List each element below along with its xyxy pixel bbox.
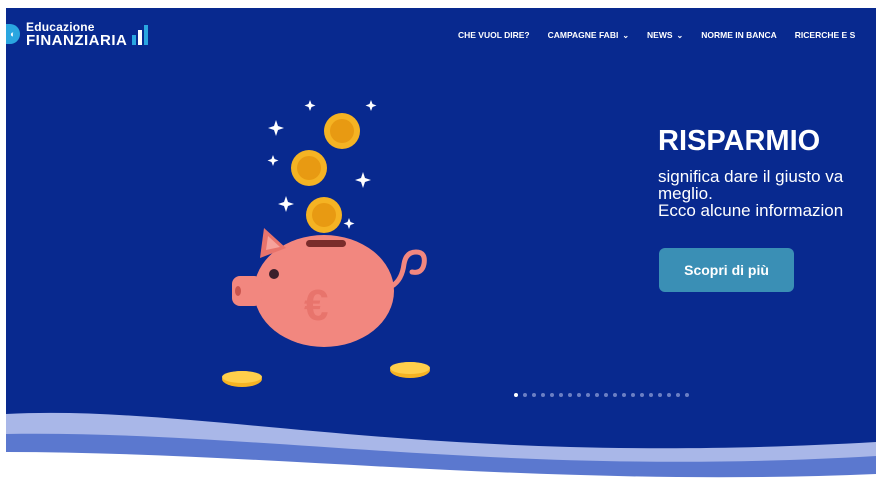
- main-nav: CHE VUOL DIRE? CAMPAGNE FABI ⌄ NEWS ⌄ NO…: [458, 30, 873, 40]
- slider-dot[interactable]: [586, 393, 590, 397]
- slider-dot[interactable]: [541, 393, 545, 397]
- slider-dot[interactable]: [640, 393, 644, 397]
- slider-dot[interactable]: [604, 393, 608, 397]
- nav-item-ricerche[interactable]: RICERCHE E S: [795, 30, 855, 40]
- slider-dot[interactable]: [613, 393, 617, 397]
- slider-dot[interactable]: [532, 393, 536, 397]
- slider-dot[interactable]: [568, 393, 572, 397]
- slider-dot[interactable]: [595, 393, 599, 397]
- piggy-bank-illustration: €: [222, 100, 430, 387]
- nav-item-norme-in-banca[interactable]: NORME IN BANCA: [701, 30, 777, 40]
- slider-dot[interactable]: [559, 393, 563, 397]
- nav-item-campagne-fabi[interactable]: CAMPAGNE FABI ⌄: [548, 30, 629, 40]
- slider-dot[interactable]: [649, 393, 653, 397]
- slider-dot[interactable]: [550, 393, 554, 397]
- hero-text: RISPARMIO significa dare il giusto va me…: [658, 126, 876, 219]
- bar-chart-logo-icon: [132, 25, 149, 45]
- slider-pagination: [514, 393, 694, 397]
- slider-dot[interactable]: [631, 393, 635, 397]
- site-logo[interactable]: ◐ Educazione FINANZIARIA: [6, 18, 149, 50]
- chevron-down-icon: ⌄: [676, 30, 684, 40]
- slider-dot[interactable]: [676, 393, 680, 397]
- slider-dot[interactable]: [667, 393, 671, 397]
- hero-headline: RISPARMIO: [658, 126, 821, 157]
- slider-dot[interactable]: [523, 393, 527, 397]
- coin-icons: [291, 113, 360, 233]
- slider-dot[interactable]: [577, 393, 581, 397]
- chevron-down-icon: ⌄: [622, 30, 630, 40]
- logo-line1: Educazione: [26, 19, 95, 34]
- logo-badge-icon: ◐: [6, 24, 20, 44]
- header-bar: ◐ Educazione FINANZIARIA CHE VUOL DIRE? …: [6, 8, 876, 60]
- slider-dot[interactable]: [622, 393, 626, 397]
- decorative-wave: [6, 412, 876, 478]
- svg-text:€: €: [304, 281, 328, 330]
- hero-banner: ◐ Educazione FINANZIARIA CHE VUOL DIRE? …: [6, 8, 876, 478]
- hero-subtext: significa dare il giusto va meglio. Ecco…: [658, 166, 844, 219]
- slider-dot[interactable]: [514, 393, 518, 397]
- logo-line2: FINANZIARIA: [26, 31, 128, 49]
- nav-item-news[interactable]: NEWS ⌄: [647, 30, 683, 40]
- nav-item-che-vuol-dire[interactable]: CHE VUOL DIRE?: [458, 30, 530, 40]
- slider-dot[interactable]: [685, 393, 689, 397]
- discover-more-button[interactable]: Scopri di più: [659, 248, 794, 292]
- slider-dot[interactable]: [658, 393, 662, 397]
